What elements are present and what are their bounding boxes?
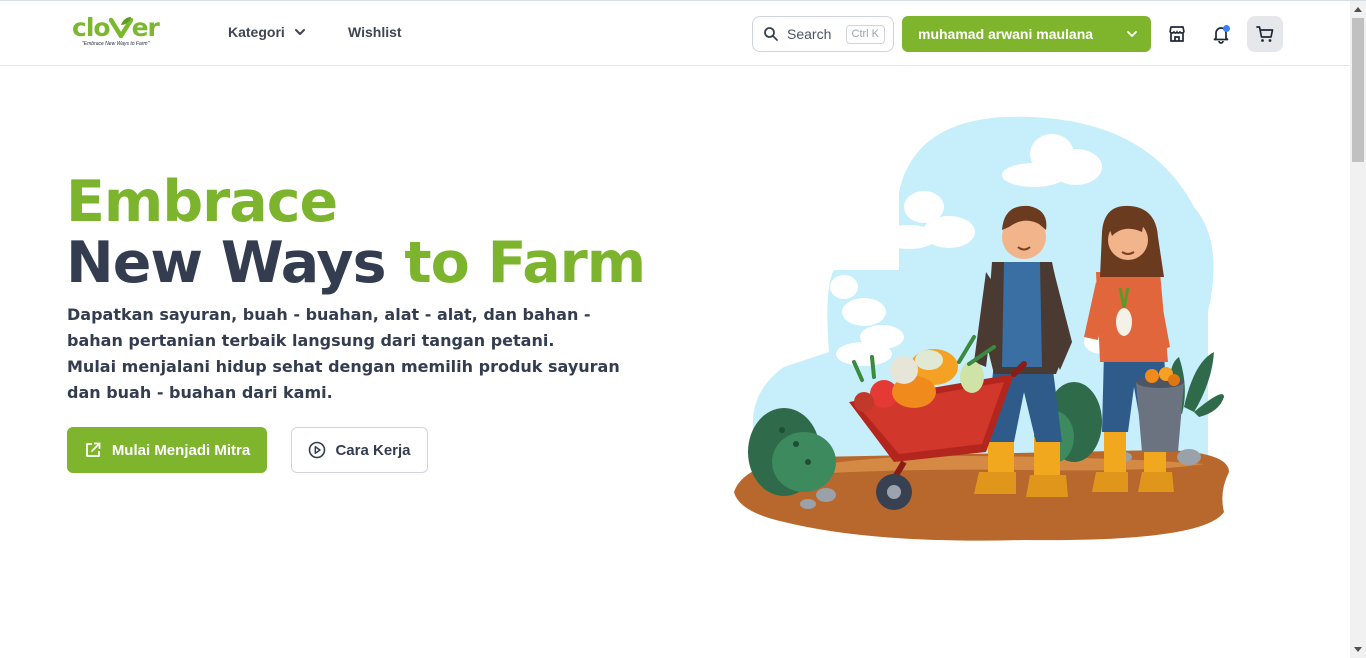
nav-wishlist-link[interactable]: Wishlist <box>348 24 402 40</box>
hero-title-line2b: to Farm <box>404 230 646 296</box>
logo-text-start: clo <box>72 13 111 42</box>
nav-kategori-dropdown[interactable]: Kategori <box>228 24 307 40</box>
logo-tagline: "Embrace New Ways to Farm" <box>82 41 150 47</box>
store-button[interactable] <box>1159 16 1195 52</box>
notification-button[interactable] <box>1203 16 1239 52</box>
hero-title-line2a: New Ways <box>66 230 405 296</box>
clover-logo[interactable]: clo er "Embrace New Ways to Farm" <box>72 13 172 53</box>
store-icon <box>1169 26 1185 42</box>
how-it-works-label: Cara Kerja <box>335 441 411 459</box>
scroll-up-arrow-icon[interactable] <box>1354 7 1362 12</box>
scrollbar-thumb[interactable] <box>1352 18 1364 162</box>
play-circle-icon <box>309 441 326 459</box>
notification-dot <box>1223 25 1230 32</box>
hero-description: Dapatkan sayuran, buah - buahan, alat - … <box>67 302 637 406</box>
hero-description-2: Mulai menjalani hidup sehat dengan memil… <box>67 357 620 402</box>
navbar: clo er "Embrace New Ways to Farm" Katego… <box>0 1 1350 66</box>
logo-wordmark: clo er <box>72 13 160 42</box>
scroll-down-arrow-icon[interactable] <box>1354 647 1362 652</box>
search-button[interactable]: Search Ctrl K <box>752 16 894 52</box>
chevron-down-icon <box>1127 31 1137 37</box>
nav-kategori-label: Kategori <box>228 24 285 40</box>
hero-title-line1: Embrace <box>66 169 338 235</box>
logo-text-end: er <box>131 13 160 42</box>
user-name: muhamad arwani maulana <box>918 26 1094 42</box>
chevron-down-icon <box>294 29 305 35</box>
search-label: Search <box>787 26 832 42</box>
hero-title: Embrace New Ways to Farm <box>66 169 646 296</box>
user-menu-button[interactable]: muhamad arwani maulana <box>902 16 1151 52</box>
search-shortcut-badge: Ctrl K <box>845 25 885 44</box>
leaf-v-icon <box>108 17 133 39</box>
search-icon <box>764 27 778 41</box>
external-link-icon <box>85 442 101 457</box>
become-partner-button[interactable]: Mulai Menjadi Mitra <box>67 427 267 473</box>
nav-wishlist-label: Wishlist <box>348 24 402 40</box>
become-partner-label: Mulai Menjadi Mitra <box>111 441 251 459</box>
how-it-works-button[interactable]: Cara Kerja <box>291 427 428 473</box>
vertical-scrollbar[interactable] <box>1350 1 1366 658</box>
hero-description-1: Dapatkan sayuran, buah - buahan, alat - … <box>67 305 591 350</box>
farmers-illustration <box>734 116 1229 541</box>
cart-icon <box>1256 26 1274 42</box>
cart-button[interactable] <box>1247 16 1283 52</box>
